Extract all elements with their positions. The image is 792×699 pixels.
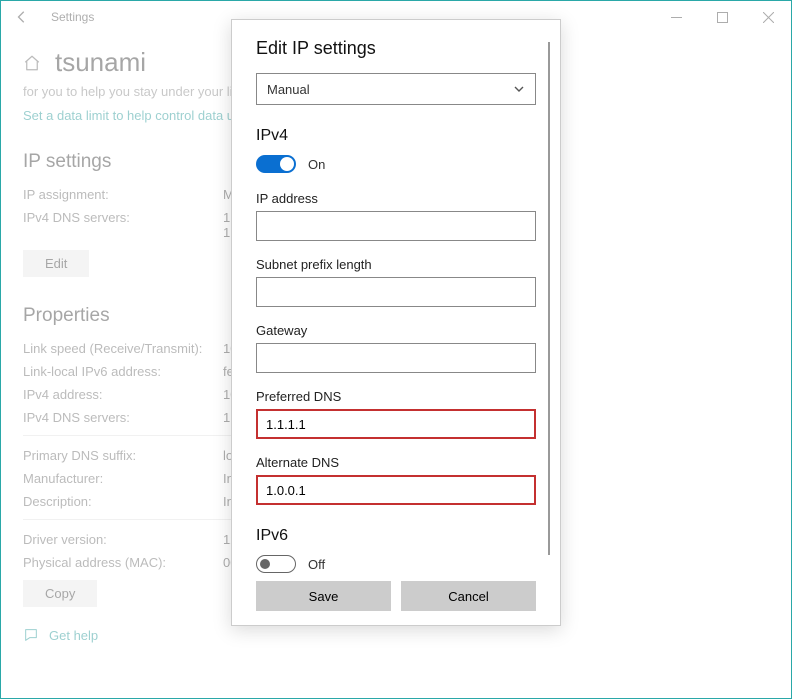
subnet-input[interactable] [256, 277, 536, 307]
dialog-title: Edit IP settings [256, 38, 536, 59]
preferred-dns-label: Preferred DNS [256, 389, 536, 404]
ipv4-header: IPv4 [256, 127, 536, 145]
ipv6-toggle-label: Off [308, 557, 325, 572]
ip-mode-select[interactable]: Manual [256, 73, 536, 105]
subnet-label: Subnet prefix length [256, 257, 536, 272]
chevron-down-icon [513, 83, 525, 95]
gateway-input[interactable] [256, 343, 536, 373]
cancel-button[interactable]: Cancel [401, 581, 536, 611]
modal-overlay: Edit IP settings Manual IPv4 On IP addre… [1, 1, 791, 698]
ip-mode-selected: Manual [267, 82, 310, 97]
alternate-dns-input[interactable] [256, 475, 536, 505]
ipv4-toggle[interactable] [256, 155, 296, 173]
preferred-dns-input[interactable] [256, 409, 536, 439]
ipv6-toggle[interactable] [256, 555, 296, 573]
alternate-dns-label: Alternate DNS [256, 455, 536, 470]
scrollbar[interactable] [548, 42, 550, 555]
ipv4-toggle-label: On [308, 157, 325, 172]
ip-address-input[interactable] [256, 211, 536, 241]
edit-ip-settings-dialog: Edit IP settings Manual IPv4 On IP addre… [231, 19, 561, 626]
save-button[interactable]: Save [256, 581, 391, 611]
ip-address-label: IP address [256, 191, 536, 206]
ipv6-header: IPv6 [256, 527, 536, 545]
gateway-label: Gateway [256, 323, 536, 338]
